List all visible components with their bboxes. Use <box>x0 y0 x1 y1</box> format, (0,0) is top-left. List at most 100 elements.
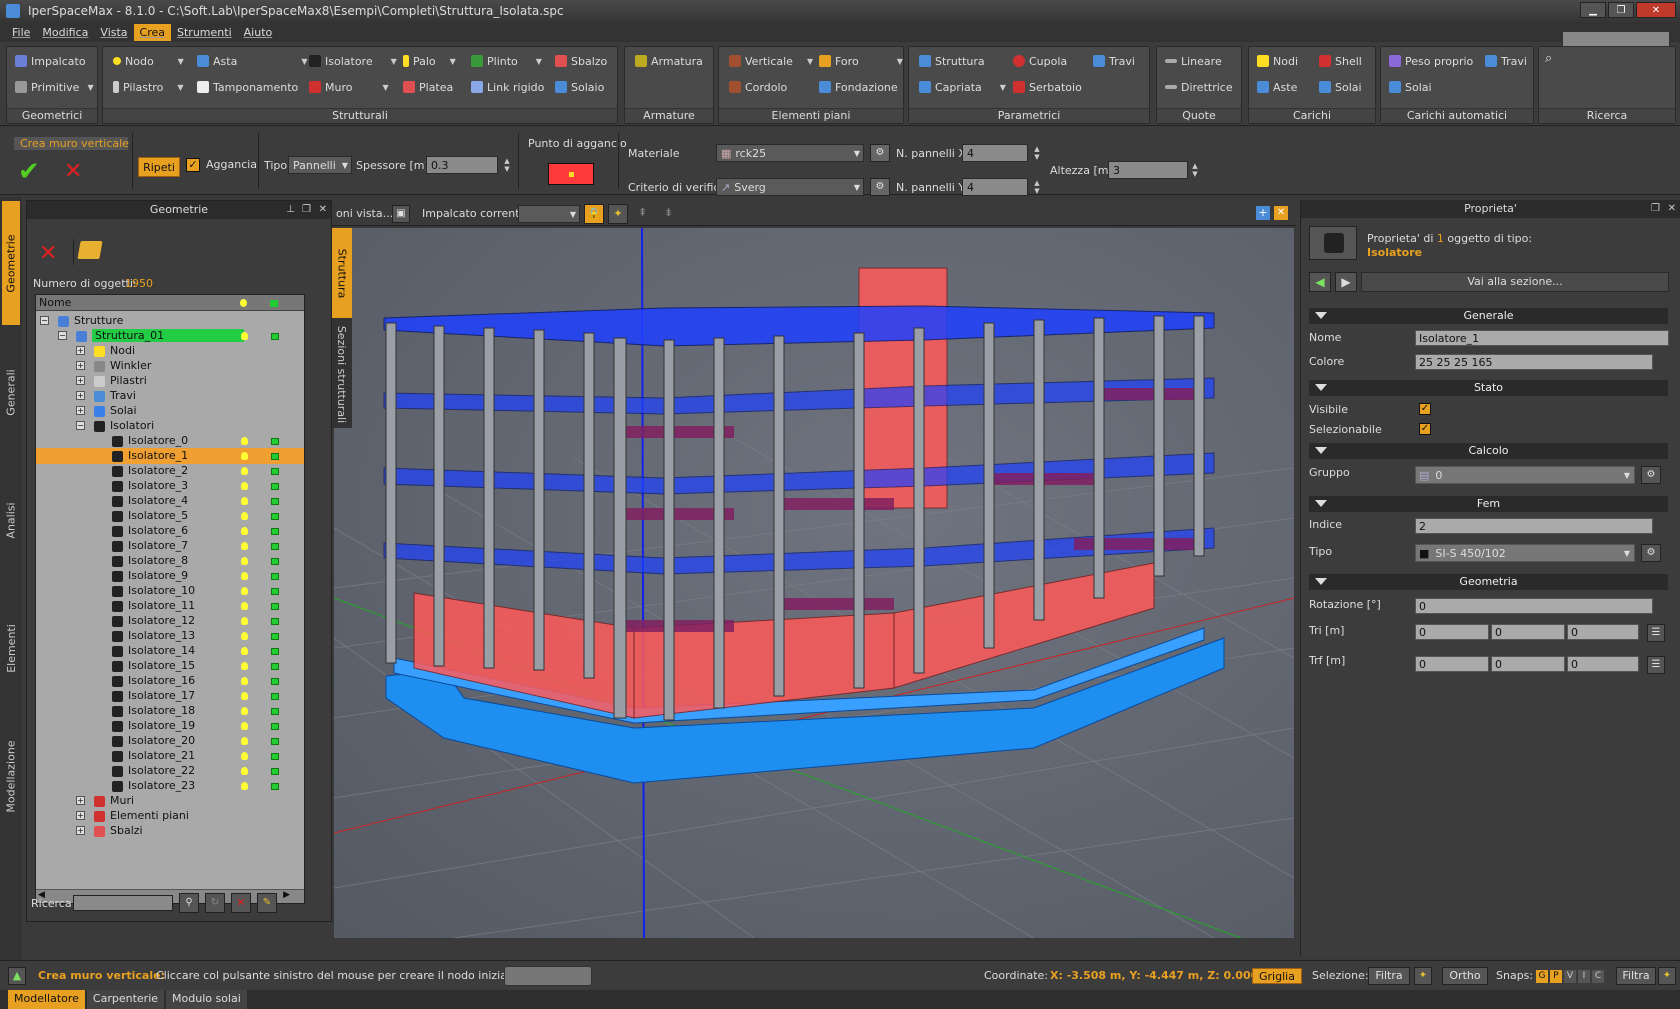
materiale-settings-icon[interactable]: ⚙ <box>870 144 890 162</box>
verticale-button[interactable]: Verticale ▼ <box>729 51 813 71</box>
selezionabile-checkbox[interactable]: ✓ <box>1419 423 1431 435</box>
tree-item-isolatore[interactable]: Isolatore_8 <box>36 553 304 569</box>
tree-group[interactable]: + Solai <box>36 403 304 419</box>
impalcato-corrente-select[interactable]: ▼ <box>518 205 580 223</box>
lock-toggle-icon[interactable] <box>271 498 279 505</box>
tab-sezioni-strutturali[interactable]: Sezioni strutturali <box>332 320 352 428</box>
carichi-shell-button[interactable]: Shell <box>1319 51 1362 71</box>
float-icon[interactable]: ❐ <box>302 204 311 215</box>
scroll-right-icon[interactable]: ▶ <box>283 890 290 900</box>
visibility-bulb-icon[interactable] <box>241 572 248 580</box>
menu-modifica[interactable]: Modifica <box>36 24 94 41</box>
close-icon[interactable]: ✕ <box>1636 2 1676 18</box>
tree-item-isolatore[interactable]: Isolatore_1 <box>36 448 304 464</box>
visibility-bulb-icon[interactable] <box>241 332 248 340</box>
tree-search-input[interactable] <box>73 895 173 911</box>
visibility-bulb-icon[interactable] <box>241 542 248 550</box>
isolatore-button[interactable]: Isolatore ▼ <box>309 51 397 71</box>
auto-travi-button[interactable]: Travi <box>1485 51 1527 71</box>
tri-edit-icon[interactable]: ☰ <box>1647 624 1665 642</box>
filtra-snap-button[interactable]: Filtra <box>1616 967 1656 985</box>
maximize-view-icon[interactable]: + <box>1256 206 1270 220</box>
section-fem[interactable]: Fem <box>1309 496 1668 512</box>
menu-strumenti[interactable]: Strumenti <box>171 24 238 41</box>
tree-item-isolatore[interactable]: Isolatore_9 <box>36 568 304 584</box>
carichi-nodi-button[interactable]: Nodi <box>1257 51 1298 71</box>
tree-group[interactable]: + Sbalzi <box>36 823 304 839</box>
auto-solai-button[interactable]: Solai <box>1389 77 1432 97</box>
open-folder-icon[interactable] <box>77 241 103 259</box>
ortho-button[interactable]: Ortho <box>1442 967 1488 985</box>
link-rigido-button[interactable]: Link rigido <box>471 77 544 97</box>
snap-tool-icon[interactable]: ✦ <box>1658 967 1676 985</box>
tree-item-isolatore[interactable]: Isolatore_22 <box>36 763 304 779</box>
float-icon[interactable]: ❐ <box>1651 203 1660 214</box>
tab-elementi[interactable]: Elementi <box>2 587 20 709</box>
asta-button[interactable]: Asta ▼ <box>197 51 307 71</box>
tree-item-isolatore[interactable]: Isolatore_15 <box>36 658 304 674</box>
impalcato-button[interactable]: Impalcato <box>15 51 86 71</box>
selection-tool-icon[interactable]: ✦ <box>1414 967 1432 985</box>
lock-toggle-icon[interactable] <box>271 633 279 640</box>
npy-spinner[interactable]: ▲ ▼ <box>1032 178 1042 196</box>
lock-col-icon[interactable] <box>270 300 278 307</box>
snap-c-toggle[interactable]: C <box>1592 970 1604 983</box>
tree-group[interactable]: + Pilastri <box>36 373 304 389</box>
tab-modellazione[interactable]: Modellazione <box>2 715 20 837</box>
lock-toggle-icon[interactable] <box>271 738 279 745</box>
tipo-isolatore-select[interactable]: ■ SI-S 450/102 ▼ <box>1415 544 1635 562</box>
tamponamento-button[interactable]: Tamponamento <box>197 77 298 97</box>
altezza-spinner[interactable]: ▲ ▼ <box>1190 161 1200 179</box>
lock-toggle-icon[interactable] <box>271 753 279 760</box>
expand-icon[interactable]: + <box>76 346 85 355</box>
tree-item-isolatore[interactable]: Isolatore_17 <box>36 688 304 704</box>
lock-toggle-icon[interactable] <box>271 588 279 595</box>
tab-modellatore[interactable]: Modellatore <box>8 990 85 1009</box>
visibility-bulb-icon[interactable] <box>241 662 248 670</box>
lock-toggle-icon[interactable] <box>271 573 279 580</box>
lock-toggle-icon[interactable] <box>271 663 279 670</box>
carichi-solai-button[interactable]: Solai <box>1319 77 1362 97</box>
colore-input[interactable]: 25 25 25 165 <box>1415 354 1653 370</box>
clear-search-icon[interactable]: ✕ <box>231 893 251 913</box>
carichi-aste-button[interactable]: Aste <box>1257 77 1297 97</box>
pilastro-button[interactable]: Pilastro ▼ <box>113 77 183 97</box>
panel-close-icon[interactable]: ✕ <box>1668 203 1676 214</box>
trf-z-input[interactable]: 0 <box>1567 656 1639 672</box>
lock-toggle-icon[interactable] <box>271 603 279 610</box>
visibility-bulb-icon[interactable] <box>241 782 248 790</box>
lock-toggle-icon[interactable] <box>271 723 279 730</box>
tree-item-isolatore[interactable]: Isolatore_20 <box>36 733 304 749</box>
lock-toggle-icon[interactable] <box>271 513 279 520</box>
collapse-icon[interactable]: − <box>40 316 49 325</box>
tab-carpenterie[interactable]: Carpenterie <box>86 990 165 1009</box>
tree-item-isolatore[interactable]: Isolatore_7 <box>36 538 304 554</box>
criterio-select[interactable]: ↗ Sverg ▼ <box>716 178 864 196</box>
visibility-col-icon[interactable] <box>240 299 247 307</box>
visibility-bulb-icon[interactable] <box>241 602 248 610</box>
view-mode-label[interactable]: oni vista... <box>336 207 393 220</box>
spessore-spinner[interactable]: ▲ ▼ <box>502 156 512 174</box>
lock-toggle-icon[interactable] <box>271 678 279 685</box>
lock-icon[interactable]: 🔒 <box>584 204 604 224</box>
snap-i-toggle[interactable]: I <box>1578 970 1590 983</box>
ribbon-search-input[interactable] <box>1562 31 1670 47</box>
col-nome[interactable]: Nome <box>39 296 71 309</box>
menu-aiuto[interactable]: Aiuto <box>238 24 279 41</box>
tree-group[interactable]: + Nodi <box>36 343 304 359</box>
minimize-icon[interactable]: ▁ <box>1580 2 1606 18</box>
lineare-button[interactable]: Lineare <box>1165 51 1222 71</box>
foro-button[interactable]: Foro ▼ <box>819 51 903 71</box>
tree-group[interactable]: + Winkler <box>36 358 304 374</box>
restore-icon[interactable]: ❐ <box>1608 2 1634 18</box>
camera-icon[interactable]: ▣ <box>392 205 410 223</box>
lock-toggle-icon[interactable] <box>271 618 279 625</box>
delete-icon[interactable]: ✕ <box>39 241 57 266</box>
tree-item-isolatore[interactable]: Isolatore_11 <box>36 598 304 614</box>
tri-x-input[interactable]: 0 <box>1415 624 1489 640</box>
tree-item-isolatore[interactable]: Isolatore_12 <box>36 613 304 629</box>
lock-toggle-icon[interactable] <box>271 453 279 460</box>
visibile-checkbox[interactable]: ✓ <box>1419 403 1431 415</box>
tipo-settings-icon[interactable]: ⚙ <box>1641 544 1661 562</box>
goto-section-button[interactable]: Vai alla sezione... <box>1361 272 1669 292</box>
